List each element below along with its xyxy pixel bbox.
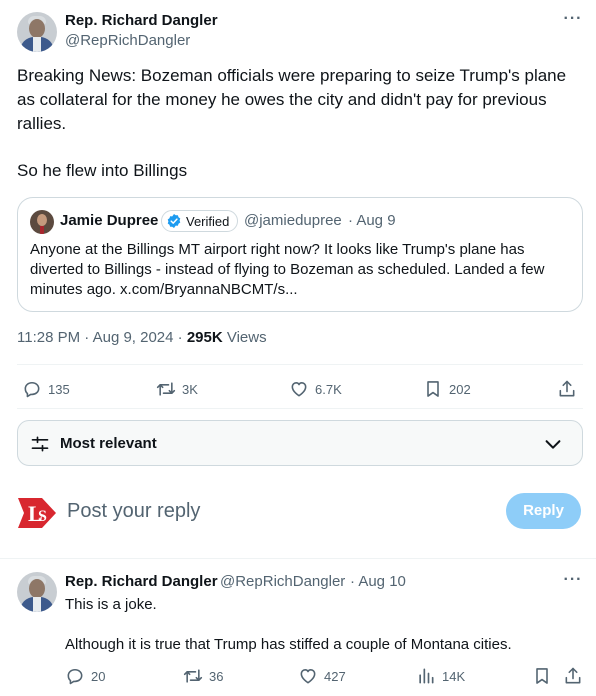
reply-sort-dropdown[interactable]: Most relevant: [17, 420, 583, 466]
reply-icon: [24, 381, 40, 398]
bookmark-action[interactable]: 202: [423, 379, 471, 399]
bookmark-icon: [427, 381, 439, 397]
author-avatar[interactable]: [17, 12, 57, 52]
views-chart-icon: [419, 668, 434, 684]
like-action[interactable]: 6.7K: [289, 379, 342, 399]
bookmark-count: 202: [449, 381, 471, 397]
verified-check-icon: [167, 214, 181, 228]
heart-icon: [291, 382, 307, 397]
share-icon: [559, 380, 575, 397]
post-text-paragraph-2: So he flew into Billings: [17, 161, 188, 180]
verified-label: Verified: [186, 213, 230, 229]
share-icon: [565, 667, 581, 684]
reply-reply-count: 20: [91, 668, 106, 684]
reply-views-action[interactable]: 14K: [416, 666, 465, 686]
reply-repost-count: 36: [209, 668, 224, 684]
reply-author-handle[interactable]: @RepRichDangler: [220, 573, 345, 590]
post-text: Breaking News: Bozeman officials were pr…: [17, 64, 579, 183]
quote-author-avatar: [30, 210, 54, 234]
reply-bookmark-action[interactable]: [532, 666, 552, 686]
reply-author-name[interactable]: Rep. Richard Dangler: [65, 573, 218, 590]
reply-button[interactable]: Reply: [506, 493, 581, 529]
reply-action[interactable]: 135: [22, 379, 70, 399]
divider: [17, 364, 583, 365]
reply-text-line-2: Although it is true that Trump has stiff…: [65, 636, 512, 653]
more-options-icon[interactable]: ···: [563, 572, 583, 594]
quote-author-name: Jamie Dupree: [60, 212, 159, 229]
reply-icon: [67, 668, 83, 685]
reply-text-line-1: This is a joke.: [65, 596, 157, 613]
reply-reply-action[interactable]: 20: [65, 666, 105, 686]
user-avatar-logo[interactable]: L S: [16, 492, 58, 534]
reply-date[interactable]: · Aug 10: [350, 573, 406, 590]
post-timestamp[interactable]: 11:28 PM · Aug 9, 2024 ·: [17, 329, 187, 346]
views-label: Views: [222, 329, 267, 346]
divider: [0, 558, 596, 559]
reply-repost-action[interactable]: 36: [183, 666, 223, 686]
repost-action[interactable]: 3K: [156, 379, 198, 399]
author-name[interactable]: Rep. Richard Dangler: [65, 12, 218, 29]
share-action[interactable]: [557, 379, 577, 399]
reply-like-action[interactable]: 427: [298, 666, 346, 686]
post-text-paragraph-1: Breaking News: Bozeman officials were pr…: [17, 66, 567, 133]
divider: [17, 408, 583, 409]
verified-badge[interactable]: Verified: [161, 210, 239, 232]
like-count: 6.7K: [315, 381, 342, 397]
post-timestamp-views: 11:28 PM · Aug 9, 2024 · 295K Views: [17, 329, 267, 346]
quote-author-handle: @jamiedupree: [244, 212, 342, 229]
reply-author-avatar[interactable]: [17, 572, 57, 612]
repost-icon: [156, 382, 176, 396]
repost-icon: [183, 669, 203, 683]
heart-icon: [300, 669, 316, 684]
reply-count: 135: [48, 381, 70, 397]
quoted-post-card[interactable]: Jamie Dupree Verified @jamiedupree · Aug…: [17, 197, 583, 312]
reply-input[interactable]: Post your reply: [67, 500, 200, 523]
svg-text:S: S: [38, 508, 47, 525]
views-count: 295K: [186, 329, 223, 346]
author-handle[interactable]: @RepRichDangler: [65, 32, 190, 49]
filter-sliders-icon: [31, 436, 49, 452]
chevron-down-icon: [545, 440, 561, 449]
reply-like-count: 427: [324, 668, 346, 684]
quote-text: Anyone at the Billings MT airport right …: [30, 241, 545, 298]
reply-share-action[interactable]: [563, 666, 583, 686]
repost-count: 3K: [182, 381, 198, 397]
reply-views-count: 14K: [442, 668, 466, 684]
quote-date: · Aug 9: [348, 212, 396, 229]
bookmark-icon: [536, 668, 548, 684]
more-options-icon[interactable]: ···: [563, 11, 583, 33]
sort-label: Most relevant: [60, 435, 157, 452]
